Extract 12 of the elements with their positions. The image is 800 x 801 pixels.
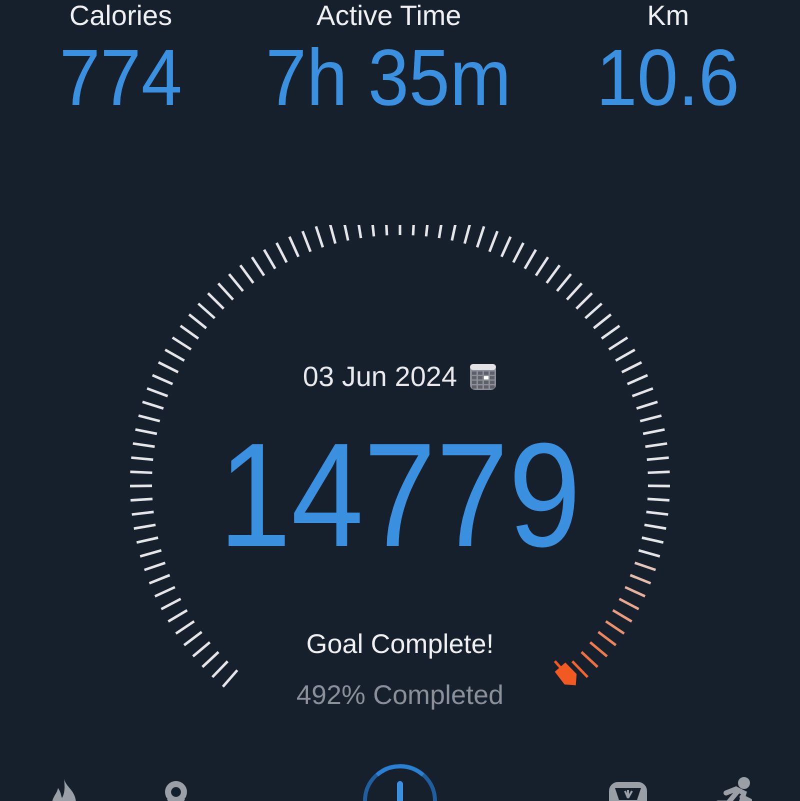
completion-percent: 492% Completed xyxy=(296,680,504,711)
stat-value: 774 xyxy=(59,32,182,124)
calendar-icon[interactable] xyxy=(469,363,498,391)
goal-status: Goal Complete! xyxy=(306,629,494,660)
stat-label: Km xyxy=(647,0,690,32)
date-label: 03 Jun 2024 xyxy=(302,361,458,393)
stat-value: 10.6 xyxy=(596,32,740,124)
stat-label: Active Time xyxy=(316,0,462,32)
stat-label: Calories xyxy=(69,0,172,32)
step-count: 14779 xyxy=(218,412,582,580)
stat-value: 7h 35m xyxy=(266,32,512,124)
progress-marker xyxy=(554,660,577,686)
